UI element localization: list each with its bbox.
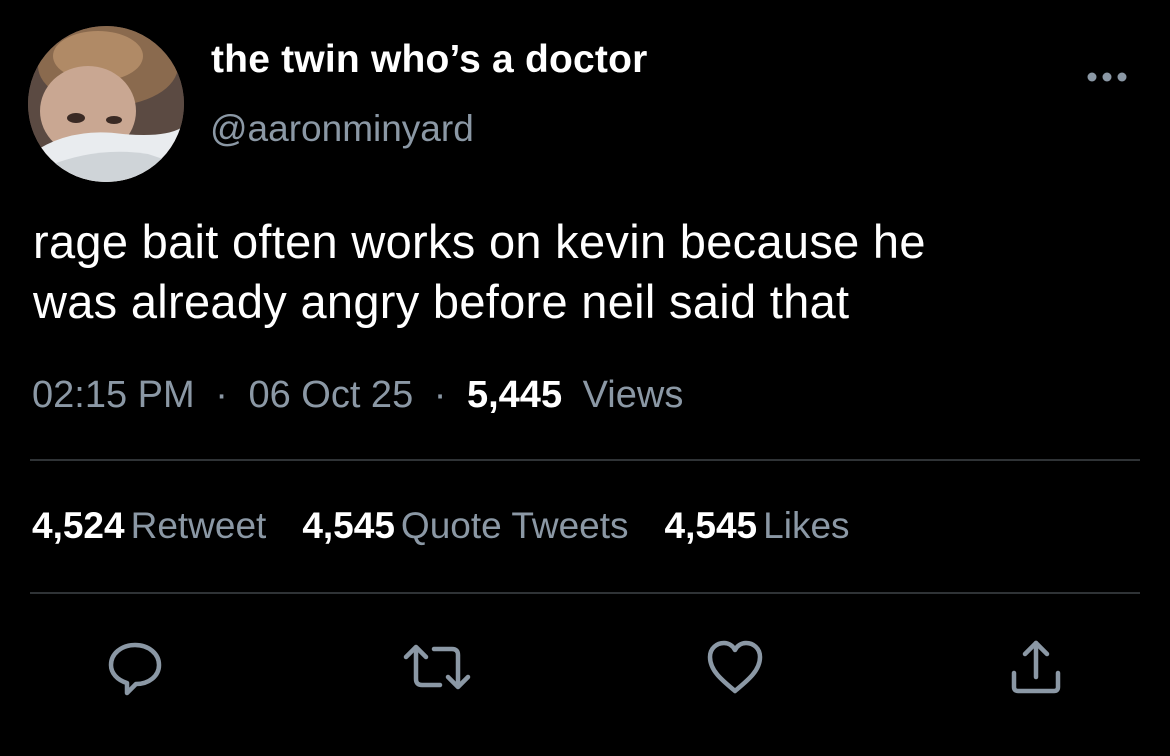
views-label: Views <box>582 374 684 416</box>
reply-icon <box>108 642 162 696</box>
share-icon <box>1011 640 1061 694</box>
heart-icon <box>707 640 763 694</box>
tweet-time[interactable]: 02:15 PM <box>32 374 195 416</box>
retweets-count: 4,524 <box>32 505 125 546</box>
avatar[interactable] <box>28 26 184 182</box>
like-button[interactable] <box>705 637 765 697</box>
tweet-card: the twin who’s a doctor @aaronminyard ra… <box>0 0 1170 756</box>
engagement-stats: 4,524 Retweet 4,545 Quote Tweets 4,545 Likes <box>32 505 886 547</box>
retweets-label: Retweet <box>130 505 267 546</box>
divider <box>30 459 1140 461</box>
profile-photo-icon <box>28 26 184 182</box>
retweet-button[interactable] <box>402 637 472 697</box>
retweets-stat[interactable]: 4,524 Retweet <box>32 505 266 547</box>
quote-tweets-count: 4,545 <box>302 505 395 546</box>
divider <box>30 592 1140 594</box>
more-icon[interactable] <box>1086 70 1128 82</box>
tweet-text: rage bait often works on kevin because h… <box>33 212 1143 332</box>
display-name[interactable]: the twin who’s a doctor <box>211 38 648 82</box>
meta-separator: · <box>215 374 228 416</box>
share-button[interactable] <box>1006 637 1066 697</box>
quote-tweets-label: Quote Tweets <box>400 505 629 546</box>
likes-stat[interactable]: 4,545 Likes <box>665 505 850 547</box>
tweet-text-line: was already angry before neil said that <box>33 275 850 328</box>
tweet-text-line: rage bait often works on kevin because h… <box>33 215 926 268</box>
tweet-meta: 02:15 PM · 06 Oct 25 · 5,445 Views <box>32 374 683 417</box>
likes-count: 4,545 <box>664 505 758 546</box>
tweet-date[interactable]: 06 Oct 25 <box>248 374 413 416</box>
likes-label: Likes <box>763 505 850 546</box>
views-count: 5,445 <box>466 374 563 416</box>
user-handle[interactable]: @aaronminyard <box>210 108 474 150</box>
meta-separator: · <box>433 374 447 416</box>
retweet-icon <box>403 644 471 690</box>
reply-button[interactable] <box>105 637 165 697</box>
quote-tweets-stat[interactable]: 4,545 Quote Tweets <box>302 505 628 547</box>
